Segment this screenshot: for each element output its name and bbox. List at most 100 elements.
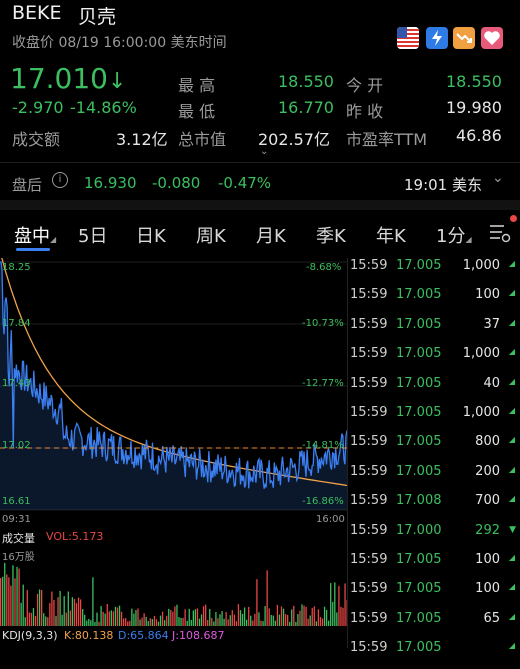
volume-bar (161, 611, 164, 626)
volume-bar (51, 591, 53, 626)
volume-bar (14, 578, 16, 626)
volume-bar (211, 617, 213, 626)
volume-bar (151, 619, 153, 626)
volume-bar (344, 583, 346, 626)
after-hours-change: -0.080 (152, 174, 201, 192)
volume-bar (112, 611, 115, 626)
volume-bar (139, 619, 141, 626)
trade-time: 15:59 (350, 610, 388, 626)
volume-bar (217, 618, 219, 626)
low-label: 最 低 (178, 102, 216, 121)
tab-monthly-k[interactable]: 月K (256, 222, 286, 248)
volume-bar (104, 613, 106, 626)
trade-time: 15:59 (350, 346, 388, 362)
tab-5day[interactable]: 5日 (78, 222, 107, 248)
trade-price: 17.005 (396, 316, 442, 332)
volume-bar (297, 614, 299, 626)
trade-volume: 292 (475, 522, 500, 538)
volume-bar (282, 608, 285, 626)
volume-bar (49, 603, 51, 626)
trade-time: 15:59 (350, 316, 388, 332)
mktcap-label: 总市值 (178, 130, 227, 149)
volume-bar (10, 585, 12, 626)
lightning-icon[interactable] (426, 27, 448, 49)
volume-bar (71, 597, 74, 626)
volume-bar (246, 619, 248, 626)
trade-row: 15:59 17.005 1,000 ◢ (348, 405, 520, 434)
trade-row: 15:59 17.000 292 ▼ (348, 523, 520, 552)
volume-bar (32, 608, 35, 626)
volume-bar (330, 583, 332, 626)
chart-settings-icon[interactable] (488, 222, 512, 244)
trade-time: 15:59 (350, 463, 388, 479)
expand-chevron-icon[interactable]: ⌄ (260, 146, 268, 157)
volume-bar (182, 617, 184, 626)
intraday-chart[interactable] (0, 258, 348, 514)
trade-price: 17.005 (396, 581, 442, 597)
volume-bar (186, 620, 188, 626)
volume-bar (315, 621, 317, 626)
volume-bar (223, 618, 225, 626)
tab-intraday[interactable]: 盘中◢ (14, 222, 56, 248)
us-flag-icon[interactable] (397, 27, 419, 49)
stock-name: 贝壳 (78, 6, 117, 28)
trade-volume: 1,000 (462, 405, 500, 420)
heart-icon[interactable] (481, 27, 503, 49)
volume-bar (256, 579, 258, 626)
volume-bar (73, 598, 76, 626)
volume-value: VOL:5.173 (46, 530, 104, 543)
chevron-down-icon[interactable]: ⌄ (492, 170, 504, 186)
volume-bar (26, 589, 28, 626)
tab-weekly-k[interactable]: 周K (196, 222, 226, 248)
volume-bar (172, 611, 174, 626)
trade-row: 15:59 17.005 100 ◢ (348, 581, 520, 610)
trade-time: 15:59 (350, 258, 388, 273)
volume-bar (145, 616, 147, 626)
trade-volume: 100 (475, 552, 500, 567)
volume-bar (94, 621, 96, 626)
volume-bar (61, 614, 63, 626)
volume-bar (69, 610, 71, 626)
volume-bar (190, 619, 192, 626)
volume-bar (24, 617, 26, 626)
trade-time: 15:59 (350, 493, 388, 509)
direction-triangle-icon: ◢ (508, 376, 515, 386)
volume-bar (131, 608, 133, 626)
open-label: 今 开 (346, 76, 384, 95)
pct-axis-tick: -16.86% (302, 496, 344, 507)
trade-price: 17.005 (396, 287, 442, 303)
trend-down-icon[interactable] (453, 27, 475, 49)
trade-row: 15:59 17.005 ◢ (348, 640, 520, 669)
trade-price: 17.005 (396, 346, 442, 362)
volume-bar (342, 607, 344, 626)
volume-bar (260, 620, 262, 626)
trade-price: 17.005 (396, 258, 442, 273)
direction-triangle-icon: ◢ (508, 435, 515, 445)
kdj-label: KDJ(9,3,3) (2, 629, 58, 642)
trade-row: 15:59 17.005 40 ◢ (348, 376, 520, 405)
turnover-value: 3.12亿 (116, 130, 168, 149)
trade-price: 17.005 (396, 552, 442, 567)
tab-daily-k[interactable]: 日K (136, 222, 166, 248)
notification-dot (510, 215, 517, 222)
pe-value: 46.86 (456, 126, 502, 145)
volume-bar (231, 610, 233, 626)
volume-bar (207, 620, 209, 626)
trade-row: 15:59 17.005 800 ◢ (348, 434, 520, 463)
trade-time: 15:59 (350, 434, 388, 450)
volume-bar (262, 621, 264, 626)
volume-bar (311, 607, 313, 626)
trade-row: 15:59 17.005 100 ◢ (348, 287, 520, 316)
volume-bar (252, 620, 254, 626)
volume-bar (323, 606, 326, 626)
info-icon[interactable]: i (52, 172, 68, 188)
after-hours-label: 盘后 (12, 176, 43, 194)
volume-bar (120, 611, 123, 626)
volume-bar (209, 608, 211, 626)
tab-quarterly-k[interactable]: 季K (316, 222, 346, 248)
tab-yearly-k[interactable]: 年K (376, 222, 406, 248)
volume-bar (328, 620, 330, 626)
pct-axis-tick: -12.77% (302, 378, 344, 389)
tab-1min[interactable]: 1分◢ (436, 222, 472, 248)
down-triangle-icon: ▼ (509, 524, 516, 535)
